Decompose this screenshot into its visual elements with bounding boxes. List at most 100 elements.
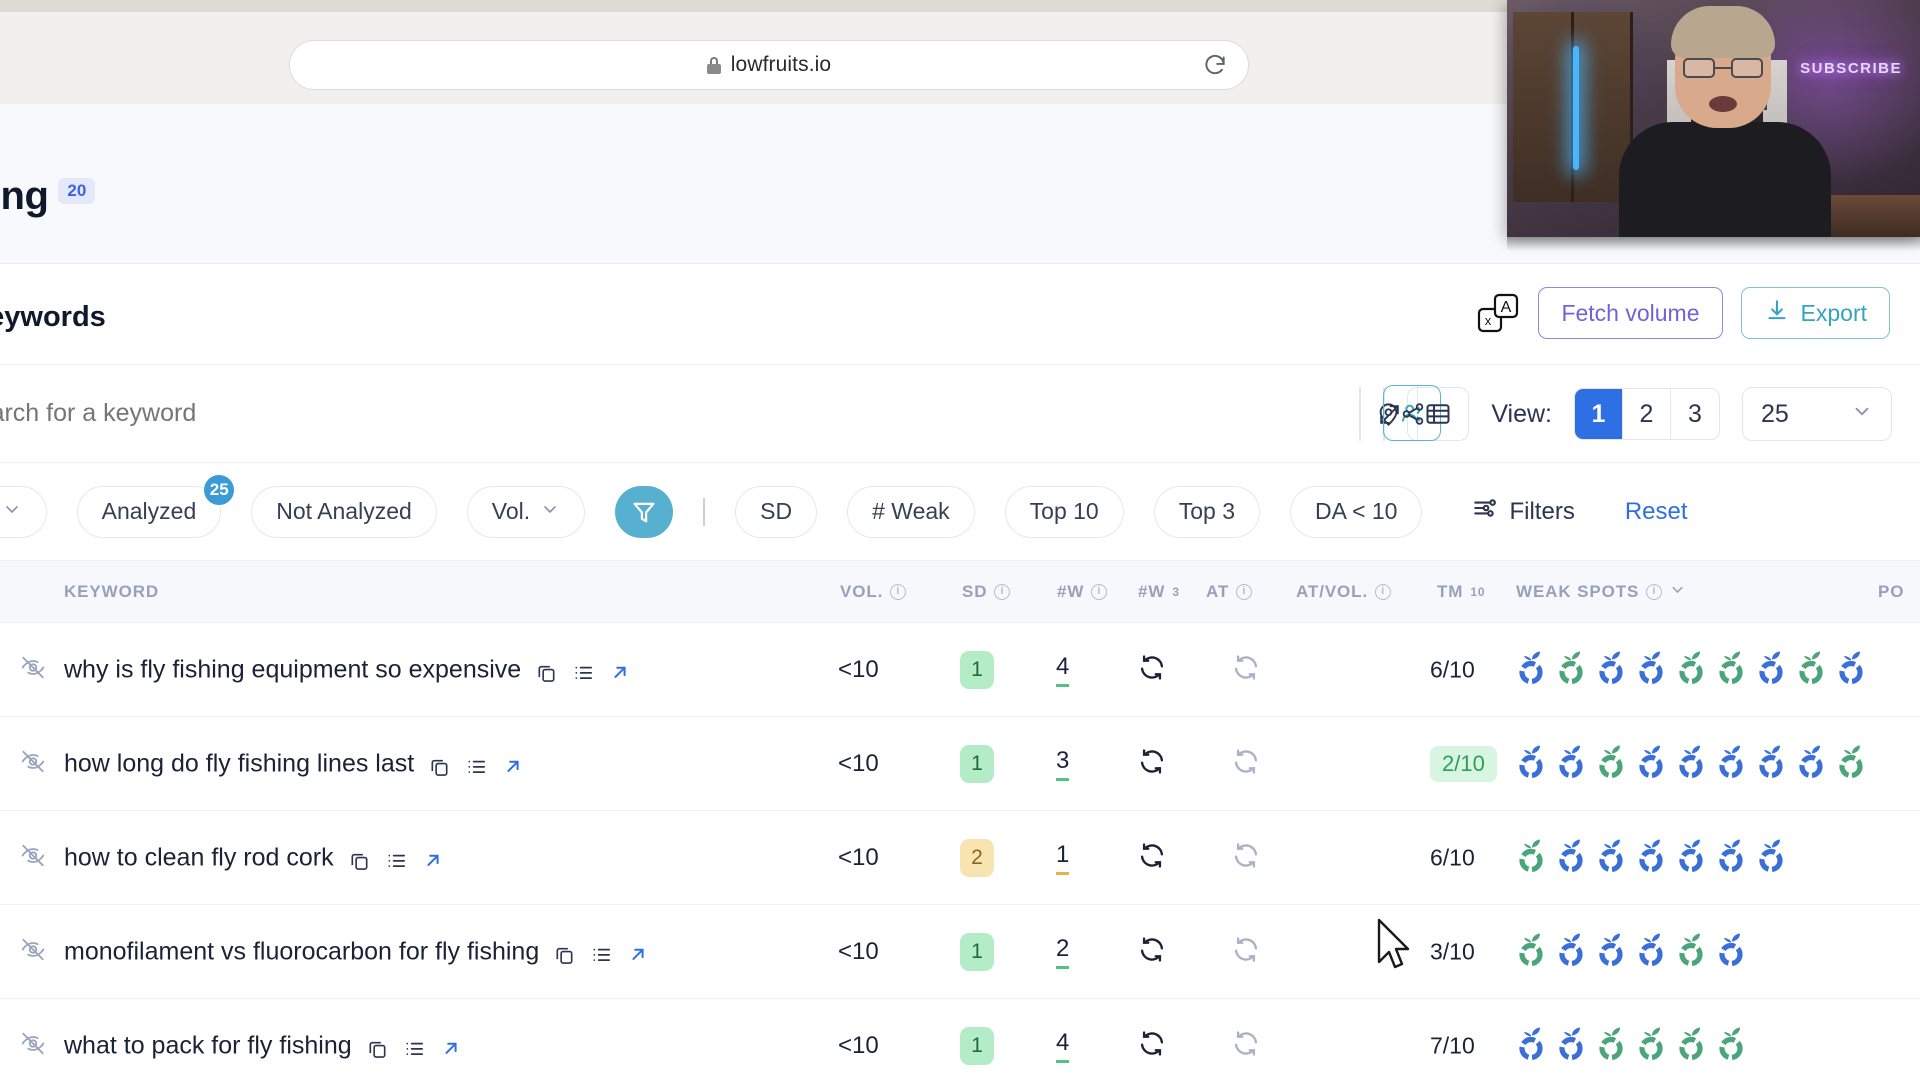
- fetch-volume-button[interactable]: Fetch volume: [1538, 287, 1723, 339]
- filter-weak[interactable]: # Weak: [847, 485, 975, 538]
- copy-icon[interactable]: [428, 755, 451, 778]
- fruit-icon[interactable]: [1755, 744, 1787, 783]
- fruit-icon[interactable]: [1595, 650, 1627, 689]
- view-option-2[interactable]: 2: [1623, 389, 1671, 439]
- table-row[interactable]: why is fly fishing equipment so expensiv…: [0, 623, 1920, 717]
- funnel-icon[interactable]: [615, 485, 674, 538]
- filters-button[interactable]: Filters: [1472, 495, 1575, 528]
- fruit-icon[interactable]: [1595, 932, 1627, 971]
- fruit-icon[interactable]: [1515, 838, 1547, 877]
- refresh-icon-at[interactable]: [1232, 841, 1260, 874]
- table-row[interactable]: monofilament vs fluorocarbon for fly fis…: [0, 905, 1920, 999]
- table-grid-icon[interactable]: [1408, 387, 1468, 441]
- view-option-3[interactable]: 3: [1671, 389, 1719, 439]
- fruit-icon[interactable]: [1635, 1026, 1667, 1065]
- fruit-icon[interactable]: [1715, 744, 1747, 783]
- refresh-icon-at[interactable]: [1232, 747, 1260, 780]
- fruit-icon[interactable]: [1595, 744, 1627, 783]
- eye-off-icon[interactable]: [20, 842, 46, 873]
- fruit-icon[interactable]: [1675, 838, 1707, 877]
- per-page-select[interactable]: 25: [1742, 387, 1892, 441]
- open-external-icon[interactable]: [609, 662, 631, 684]
- refresh-icon-w3[interactable]: [1138, 747, 1166, 780]
- refresh-icon-at[interactable]: [1232, 1029, 1260, 1062]
- fruit-icon[interactable]: [1515, 1026, 1547, 1065]
- open-external-icon[interactable]: [440, 1038, 462, 1060]
- refresh-icon-w3[interactable]: [1138, 935, 1166, 968]
- translate-icon[interactable]: A x: [1476, 291, 1520, 335]
- eye-off-icon[interactable]: [20, 654, 46, 685]
- fruit-icon[interactable]: [1555, 932, 1587, 971]
- col-at[interactable]: AT i: [1206, 582, 1253, 602]
- table-row[interactable]: how long do fly fishing lines last <10 1 3 2…: [0, 717, 1920, 811]
- fruit-icon[interactable]: [1555, 1026, 1587, 1065]
- fruit-icon[interactable]: [1715, 650, 1747, 689]
- col-w[interactable]: #W i: [1057, 582, 1108, 602]
- open-external-icon[interactable]: [422, 850, 444, 872]
- col-sd[interactable]: SD i: [962, 582, 1011, 602]
- fruit-icon[interactable]: [1675, 650, 1707, 689]
- list-icon[interactable]: [465, 755, 488, 778]
- fruit-icon[interactable]: [1715, 1026, 1747, 1065]
- fruit-icon[interactable]: [1795, 650, 1827, 689]
- copy-icon[interactable]: [348, 849, 371, 872]
- collapse-arrows-icon[interactable]: [1360, 387, 1418, 441]
- filter-top10[interactable]: Top 10: [1004, 485, 1124, 538]
- eye-off-icon[interactable]: [20, 936, 46, 967]
- copy-icon[interactable]: [553, 943, 576, 966]
- eye-off-icon[interactable]: [20, 748, 46, 779]
- filter-da[interactable]: DA < 10: [1290, 485, 1423, 538]
- fruit-icon[interactable]: [1595, 1026, 1627, 1065]
- fruit-icon[interactable]: [1555, 744, 1587, 783]
- col-po[interactable]: PO: [1878, 582, 1904, 602]
- list-icon[interactable]: [385, 849, 408, 872]
- fruit-icon[interactable]: [1755, 650, 1787, 689]
- filter-sd[interactable]: SD: [735, 485, 818, 538]
- export-button[interactable]: Export: [1740, 287, 1890, 339]
- fruit-icon[interactable]: [1635, 932, 1667, 971]
- search-input[interactable]: [0, 391, 660, 435]
- fruit-icon[interactable]: [1635, 838, 1667, 877]
- fruit-icon[interactable]: [1835, 650, 1867, 689]
- fruit-icon[interactable]: [1675, 1026, 1707, 1065]
- refresh-icon-at[interactable]: [1232, 935, 1260, 968]
- list-icon[interactable]: [403, 1037, 426, 1060]
- col-vol[interactable]: VOL. i: [840, 582, 907, 602]
- fruit-icon[interactable]: [1795, 744, 1827, 783]
- copy-icon[interactable]: [366, 1037, 389, 1060]
- fruit-icon[interactable]: [1835, 744, 1867, 783]
- weak-count-cell[interactable]: 1: [1056, 841, 1070, 875]
- refresh-icon-w3[interactable]: [1138, 1029, 1166, 1062]
- url-bar[interactable]: lowfruits.io: [289, 40, 1249, 90]
- col-keyword[interactable]: KEYWORD: [64, 582, 159, 602]
- filter-analyzed[interactable]: Analyzed 25: [76, 472, 237, 538]
- view-option-1[interactable]: 1: [1575, 389, 1623, 439]
- weak-count-cell[interactable]: 4: [1056, 1029, 1070, 1063]
- filter-topic[interactable]: ic: [0, 485, 47, 538]
- fruit-icon[interactable]: [1715, 838, 1747, 877]
- reset-button[interactable]: Reset: [1625, 498, 1688, 526]
- eye-off-icon[interactable]: [20, 1030, 46, 1061]
- fruit-icon[interactable]: [1675, 932, 1707, 971]
- refresh-icon-at[interactable]: [1232, 653, 1260, 686]
- fruit-icon[interactable]: [1635, 650, 1667, 689]
- fruit-icon[interactable]: [1595, 838, 1627, 877]
- refresh-icon-w3[interactable]: [1138, 653, 1166, 686]
- fruit-icon[interactable]: [1755, 838, 1787, 877]
- open-external-icon[interactable]: [627, 944, 649, 966]
- open-external-icon[interactable]: [502, 756, 524, 778]
- fruit-icon[interactable]: [1715, 932, 1747, 971]
- col-w3[interactable]: #W 3: [1138, 582, 1180, 602]
- table-row[interactable]: what to pack for fly fishing <10 1 4 7/10: [0, 999, 1920, 1080]
- chevron-down-icon[interactable]: [1669, 581, 1686, 603]
- filter-not-analyzed[interactable]: Not Analyzed: [251, 485, 437, 538]
- weak-count-cell[interactable]: 3: [1056, 747, 1070, 781]
- filter-top3[interactable]: Top 3: [1153, 485, 1260, 538]
- fruit-icon[interactable]: [1515, 650, 1547, 689]
- fruit-icon[interactable]: [1515, 744, 1547, 783]
- fruit-icon[interactable]: [1515, 932, 1547, 971]
- weak-count-cell[interactable]: 2: [1056, 935, 1070, 969]
- col-atvol[interactable]: AT/VOL. i: [1296, 582, 1392, 602]
- weak-count-cell[interactable]: 4: [1056, 653, 1070, 687]
- list-icon[interactable]: [590, 943, 613, 966]
